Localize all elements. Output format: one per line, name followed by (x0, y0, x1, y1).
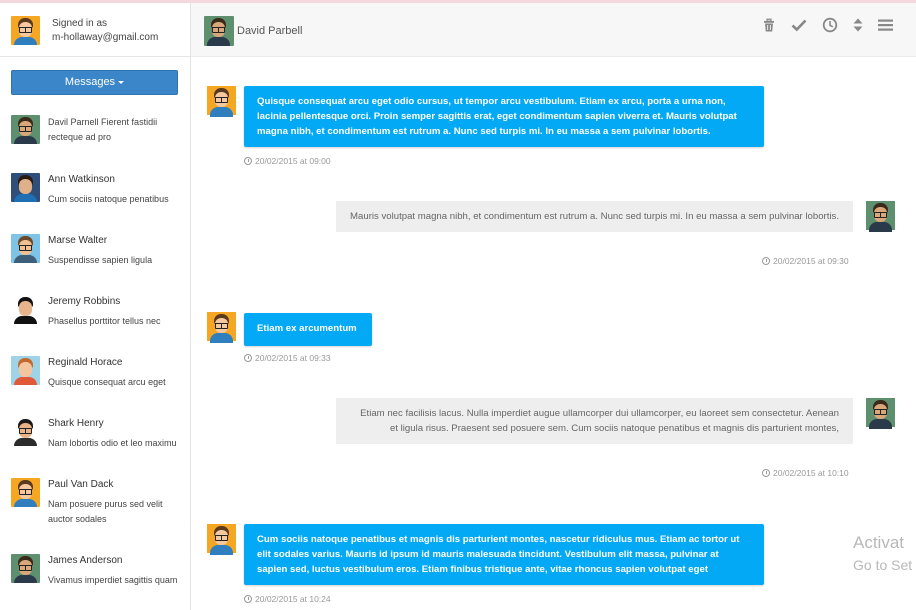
contact-name: Jeremy Robbins (48, 296, 121, 307)
contact-name: Davil Parnell (48, 117, 99, 127)
message-bubble-incoming: Mauris volutpat magna nibh, et condiment… (336, 201, 853, 232)
contact-item[interactable]: Paul Van Dack Nam posuere purus sed veli… (0, 478, 190, 542)
message-timestamp: 20/02/2015 at 10:24 (244, 594, 331, 604)
contact-snippet: Nam posuere purus sed velit auctor sodal… (48, 499, 163, 524)
message-bubble-outgoing: Etiam ex arcumentum (244, 313, 372, 346)
contact-snippet: Cum sociis natoque penatibus (48, 194, 169, 204)
contact-avatar (11, 554, 40, 583)
check-icon[interactable] (791, 17, 807, 33)
conversation-contact-name: David Parbell (237, 25, 303, 37)
caret-down-icon (118, 80, 125, 84)
contact-snippet: Vivamus imperdiet sagittis quam (48, 575, 178, 585)
contact-avatar (11, 417, 40, 446)
message-timestamp: 20/02/2015 at 10:10 (762, 468, 849, 478)
contact-name: Marse Walter (48, 235, 108, 246)
contact-avatar (11, 115, 40, 144)
menu-icon[interactable] (877, 17, 894, 33)
contact-preview: Davil Parnell Fierent fastidii recteque … (48, 115, 183, 145)
sender-avatar (207, 86, 236, 117)
timestamp-text: 20/02/2015 at 09:33 (255, 353, 331, 363)
signed-in-text: Signed in as m-hollaway@gmail.com (52, 17, 158, 45)
contact-avatar (11, 234, 40, 263)
activation-watermark-subtitle: Go to Set (853, 557, 913, 573)
contact-item[interactable]: Shark Henry Nam lobortis odio et leo max… (0, 417, 190, 467)
contact-snippet: Quisque consequat arcu eget (48, 377, 166, 387)
sort-icon[interactable] (850, 17, 866, 33)
message-bubble-outgoing: Cum sociis natoque penatibus et magnis d… (244, 524, 764, 585)
contact-item[interactable]: James Anderson Vivamus imperdiet sagitti… (0, 554, 190, 604)
timestamp-text: 20/02/2015 at 10:10 (773, 468, 849, 478)
contact-snippet: Suspendisse sapien ligula (48, 255, 153, 265)
clock-icon (244, 354, 252, 362)
user-email: m-hollaway@gmail.com (52, 32, 159, 43)
sender-avatar (207, 524, 236, 555)
contact-item[interactable]: Reginald Horace Quisque consequat arcu e… (0, 356, 190, 406)
messages-button-label: Messages (64, 76, 116, 88)
clock-icon (244, 595, 252, 603)
conversation-header: David Parbell (191, 3, 916, 57)
contact-item[interactable]: Ann Watkinson Cum sociis natoque penatib… (0, 173, 190, 223)
timestamp-text: 20/02/2015 at 09:30 (773, 256, 849, 266)
message-bubble-incoming: Etiam nec facilisis lacus. Nulla imperdi… (336, 398, 853, 444)
contact-name: James Anderson (48, 555, 123, 566)
message-timestamp: 20/02/2015 at 09:00 (244, 156, 331, 166)
signed-in-panel: Signed in as m-hollaway@gmail.com (0, 3, 190, 57)
message-timestamp: 20/02/2015 at 09:30 (762, 256, 849, 266)
signed-in-label: Signed in as (52, 18, 108, 29)
contact-avatar (11, 356, 40, 385)
user-avatar-icon[interactable] (11, 16, 40, 45)
recipient-avatar (866, 201, 895, 232)
contact-name: Paul Van Dack (48, 479, 114, 490)
messages-dropdown-button[interactable]: Messages (11, 70, 178, 95)
timestamp-text: 20/02/2015 at 09:00 (255, 156, 331, 166)
clock-icon[interactable] (822, 17, 838, 33)
contact-avatar (11, 173, 40, 202)
contact-snippet: Nam lobortis odio et leo maximu (48, 438, 177, 448)
contact-name: Reginald Horace (48, 357, 123, 368)
message-bubble-outgoing: Quisque consequat arcu eget odio cursus,… (244, 86, 764, 147)
timestamp-text: 20/02/2015 at 10:24 (255, 594, 331, 604)
conversation-avatar[interactable] (204, 16, 234, 46)
contact-item[interactable]: Marse Walter Suspendisse sapien ligula (0, 234, 190, 284)
clock-icon (244, 157, 252, 165)
contact-item[interactable]: Jeremy Robbins Phasellus porttitor tellu… (0, 295, 190, 345)
contact-snippet: Phasellus porttitor tellus nec (48, 316, 161, 326)
message-timestamp: 20/02/2015 at 09:33 (244, 353, 331, 363)
trash-icon[interactable] (761, 17, 777, 33)
contact-avatar (11, 478, 40, 507)
contact-name: Ann Watkinson (48, 174, 115, 185)
contact-item[interactable]: Davil Parnell Fierent fastidii recteque … (0, 115, 190, 165)
recipient-avatar (866, 398, 895, 429)
activation-watermark-title: Activat (853, 533, 905, 552)
contact-avatar (11, 295, 40, 324)
clock-icon (762, 257, 770, 265)
clock-icon (762, 469, 770, 477)
message-thread: Quisque consequat arcu eget odio cursus,… (191, 58, 916, 610)
contact-name: Shark Henry (48, 418, 104, 429)
sidebar: Signed in as m-hollaway@gmail.com Messag… (0, 3, 191, 610)
sender-avatar (207, 312, 236, 343)
